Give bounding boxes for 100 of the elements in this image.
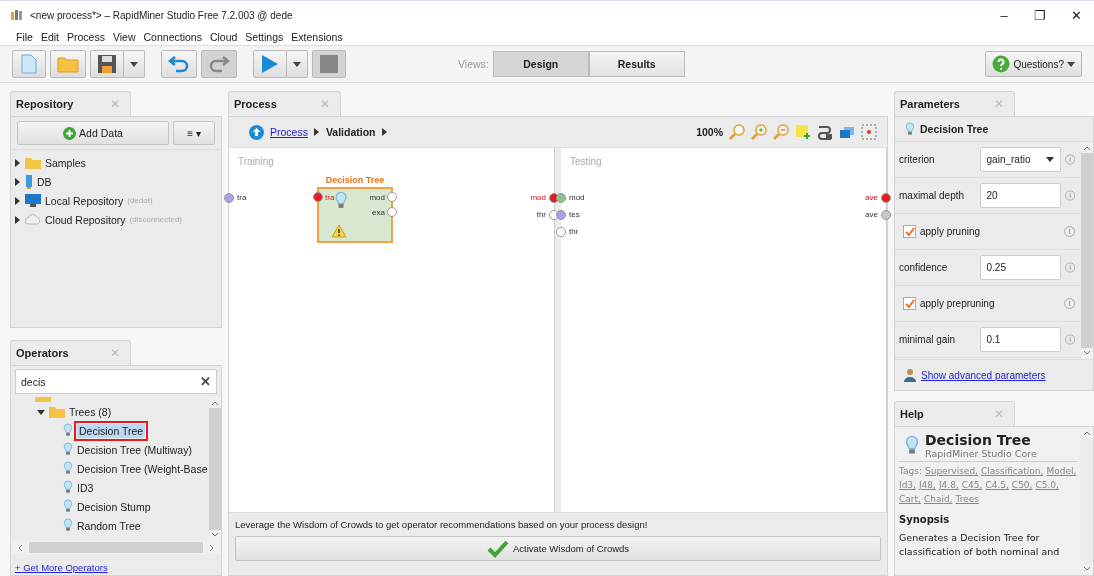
clear-icon[interactable]: ✕ — [200, 374, 211, 389]
check-icon — [904, 226, 915, 237]
person-icon — [903, 368, 917, 382]
port-dot[interactable] — [387, 192, 397, 202]
operator-item[interactable]: Decision Tree (Multiway) — [23, 440, 209, 459]
scrollbar[interactable] — [209, 397, 221, 541]
scrollbar[interactable] — [1081, 142, 1093, 359]
zoom-in-icon[interactable] — [751, 124, 767, 140]
menu-item[interactable]: Edit — [40, 31, 59, 43]
panel-tab[interactable]: Help ✕ — [894, 401, 1015, 426]
window-control-button[interactable]: ✕ — [1058, 2, 1094, 28]
scroll-up-icon[interactable] — [1083, 145, 1091, 151]
operator-label: ID3 — [77, 481, 94, 494]
zoom-out-icon[interactable] — [773, 124, 789, 140]
questions-button[interactable]: Questions? — [985, 51, 1082, 77]
scroll-down-icon[interactable] — [211, 532, 219, 538]
expand-arrow-icon[interactable] — [13, 215, 21, 224]
parameter-label: confidence — [899, 262, 949, 273]
get-more-operators-link[interactable]: + Get More Operators — [11, 554, 221, 575]
fit-frame-icon[interactable] — [861, 124, 877, 140]
search-field[interactable]: decis ✕ — [15, 369, 217, 394]
info-icon[interactable] — [1064, 262, 1075, 273]
new-file-button[interactable] — [12, 50, 46, 78]
port-dot[interactable] — [313, 192, 323, 202]
info-icon[interactable] — [1064, 190, 1075, 201]
operator-item[interactable]: ID3 — [23, 478, 209, 497]
scroll-right-icon[interactable] — [209, 543, 215, 552]
breadcrumb-item[interactable]: Validation — [325, 126, 376, 138]
menu-button[interactable]: ≡ ▾ — [173, 121, 215, 145]
layers-icon[interactable] — [839, 124, 855, 140]
tree-group[interactable]: Trees (8) — [23, 402, 209, 421]
scroll-down-icon[interactable] — [1083, 566, 1091, 572]
scroll-up-icon[interactable] — [211, 400, 219, 406]
lightbulb-icon — [63, 461, 73, 476]
view-tab[interactable]: Results — [588, 51, 685, 77]
criterion-dropdown[interactable]: gain_ratio — [979, 147, 1061, 172]
expand-arrow-icon[interactable] — [13, 177, 21, 186]
expand-arrow-icon[interactable] — [13, 158, 21, 167]
activate-wisdom-button[interactable]: Activate Wisdom of Crowds — [235, 536, 881, 561]
menu-item[interactable]: Settings — [245, 31, 284, 43]
operator-title: Decision Tree — [920, 123, 989, 135]
panel-tab[interactable]: Repository ✕ — [10, 91, 131, 116]
panel-tab[interactable]: Parameters ✕ — [894, 91, 1015, 116]
add-data-button[interactable]: Add Data — [17, 121, 169, 145]
collapse-arrow-icon[interactable] — [37, 407, 45, 416]
info-icon[interactable] — [1064, 154, 1075, 165]
repository-item[interactable]: DB — [13, 172, 219, 191]
undo-button[interactable] — [161, 50, 197, 78]
redo-button[interactable] — [201, 50, 237, 78]
save-menu-button[interactable] — [124, 50, 145, 78]
menu-item[interactable]: View — [112, 31, 136, 43]
panel-tab[interactable]: Process ✕ — [228, 91, 341, 116]
info-icon[interactable] — [1064, 226, 1075, 237]
info-icon[interactable] — [1064, 334, 1075, 345]
input-field[interactable]: 20 — [979, 183, 1061, 208]
operator-item[interactable]: Decision Tree — [23, 421, 209, 440]
window-control-button[interactable]: – — [986, 2, 1022, 28]
scroll-down-icon[interactable] — [1083, 350, 1091, 356]
port-label: mod — [569, 193, 585, 202]
port-dot[interactable] — [556, 226, 566, 237]
breadcrumb-link[interactable]: Process — [270, 126, 308, 138]
view-tab[interactable]: Design — [492, 51, 589, 77]
panel-tab[interactable]: Operators ✕ — [10, 340, 131, 365]
port-dot[interactable] — [556, 192, 566, 203]
repository-item[interactable]: Samples — [13, 153, 219, 172]
scrollbar[interactable] — [11, 541, 221, 554]
menu-item[interactable]: Process — [67, 31, 105, 43]
save-button[interactable] — [90, 50, 124, 78]
port-label: thr — [536, 210, 546, 219]
port-dot[interactable] — [881, 209, 891, 220]
scroll-up-icon[interactable] — [1083, 430, 1091, 436]
note-icon[interactable] — [795, 124, 811, 140]
operator-item[interactable]: Random Tree — [23, 516, 209, 535]
menu-item[interactable]: Cloud — [209, 31, 238, 43]
port-dot[interactable] — [881, 192, 891, 203]
show-advanced-link[interactable]: Show advanced parameters — [921, 369, 1046, 381]
port-dot[interactable] — [556, 209, 566, 220]
run-menu-button[interactable] — [287, 50, 308, 78]
checkbox[interactable] — [903, 225, 916, 238]
expand-arrow-icon[interactable] — [13, 196, 21, 205]
port-label: thr — [569, 227, 579, 236]
port-dot[interactable] — [224, 192, 234, 203]
plug-icon[interactable] — [817, 124, 833, 140]
scroll-left-icon[interactable] — [17, 543, 23, 552]
window-control-button[interactable]: ❐ — [1022, 2, 1058, 28]
input-field[interactable]: 0.1 — [979, 327, 1061, 352]
zoom-reset-icon[interactable] — [729, 124, 745, 140]
operator-item[interactable]: Decision Stump — [23, 497, 209, 516]
input-field[interactable]: 0.25 — [979, 255, 1061, 280]
synopsis-text: Generates a Decision Tree for classification of both nominal and — [899, 531, 1061, 559]
menu-item[interactable]: Extensions — [291, 31, 343, 43]
port-dot[interactable] — [387, 207, 397, 217]
operator-item[interactable]: Decision Tree (Weight-Base — [23, 459, 209, 478]
checkbox[interactable] — [903, 297, 916, 310]
port-label: mod — [530, 193, 546, 202]
menu-item[interactable]: File — [16, 31, 33, 43]
lightbulb-icon — [63, 442, 73, 457]
menu-item[interactable]: Connections — [143, 31, 202, 43]
check-icon — [904, 298, 915, 309]
info-icon[interactable] — [1064, 298, 1075, 309]
